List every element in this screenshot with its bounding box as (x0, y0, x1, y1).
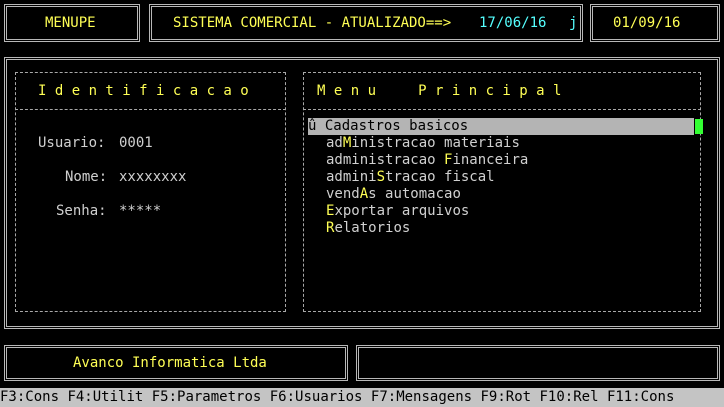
program-name: MENUPE (45, 15, 96, 31)
menu-item[interactable]: vendAs automacao (326, 186, 461, 203)
program-name-box: MENUPE (4, 4, 140, 42)
updated-date: 17/06/16 (479, 15, 547, 31)
menu-item-hotkey: A (359, 186, 369, 202)
function-key-bar: F3:Cons F4:Utilit F5:Parametros F6:Usuar… (0, 388, 724, 407)
function-key[interactable]: F10:Rel (540, 389, 607, 405)
menu-item-text: tracao fiscal (385, 169, 495, 185)
menu-item[interactable]: Relatorios (326, 220, 410, 237)
menu-item[interactable]: adMinistracao materiais (326, 135, 520, 152)
identification-title-separator (15, 109, 286, 110)
function-key[interactable]: F3:Cons (0, 389, 67, 405)
identification-panel (15, 72, 286, 312)
name-value: xxxxxxxx (119, 169, 187, 185)
function-key[interactable]: F4:Utilit (67, 389, 151, 405)
name-label: Nome: (65, 169, 108, 185)
menu-item[interactable]: adminiStracao fiscal (326, 169, 495, 186)
menu-item-hotkey: S (376, 169, 386, 185)
menu-item-text: administracao (326, 152, 445, 168)
system-title: SISTEMA COMERCIAL - ATUALIZADO==> (173, 15, 452, 31)
menu-item-text: inanceira (452, 152, 529, 168)
menu-title-separator (303, 109, 701, 110)
password-label: Senha: (56, 203, 107, 219)
menu-item-text: inistracao materiais (351, 135, 520, 151)
function-key[interactable]: F7:Mensagens (371, 389, 481, 405)
status-flag: j (569, 15, 578, 31)
current-date-box: 01/09/16 (590, 4, 720, 42)
menu-item[interactable]: administracao Financeira (326, 152, 528, 169)
company-name: Avanco Informatica Ltda (73, 355, 267, 371)
menu-item-text: s automacao (368, 186, 461, 202)
menu-item-text: xportar arquivos (334, 203, 470, 219)
user-label: Usuario: (38, 135, 106, 151)
password-value: ***** (119, 203, 162, 219)
function-key[interactable]: F11:Cons (607, 389, 674, 405)
menu-item-text: vend (326, 186, 360, 202)
text-cursor (695, 119, 703, 134)
selected-marker: û (308, 118, 325, 134)
company-box: Avanco Informatica Ltda (4, 345, 348, 381)
menu-title: M e n u P r i n c i p a l (317, 83, 562, 99)
user-value: 0001 (119, 135, 153, 151)
function-key[interactable]: F9:Rot (480, 389, 539, 405)
menu-item[interactable]: û Cadastros basicos (308, 118, 694, 135)
current-date: 01/09/16 (613, 15, 681, 31)
menu-item-text: adastros basicos (333, 118, 469, 134)
function-key[interactable]: F6:Usuarios (270, 389, 371, 405)
menu-item-text: ad (326, 135, 343, 151)
menu-item-text: admini (326, 169, 377, 185)
identification-title: I d e n t i f i c a c a o (38, 83, 249, 99)
system-title-box: SISTEMA COMERCIAL - ATUALIZADO==> 17/06/… (149, 4, 583, 42)
function-key[interactable]: F5:Parametros (152, 389, 270, 405)
menu-item-text: elatorios (334, 220, 411, 236)
menu-item[interactable]: Exportar arquivos (326, 203, 469, 220)
message-box (356, 345, 720, 381)
